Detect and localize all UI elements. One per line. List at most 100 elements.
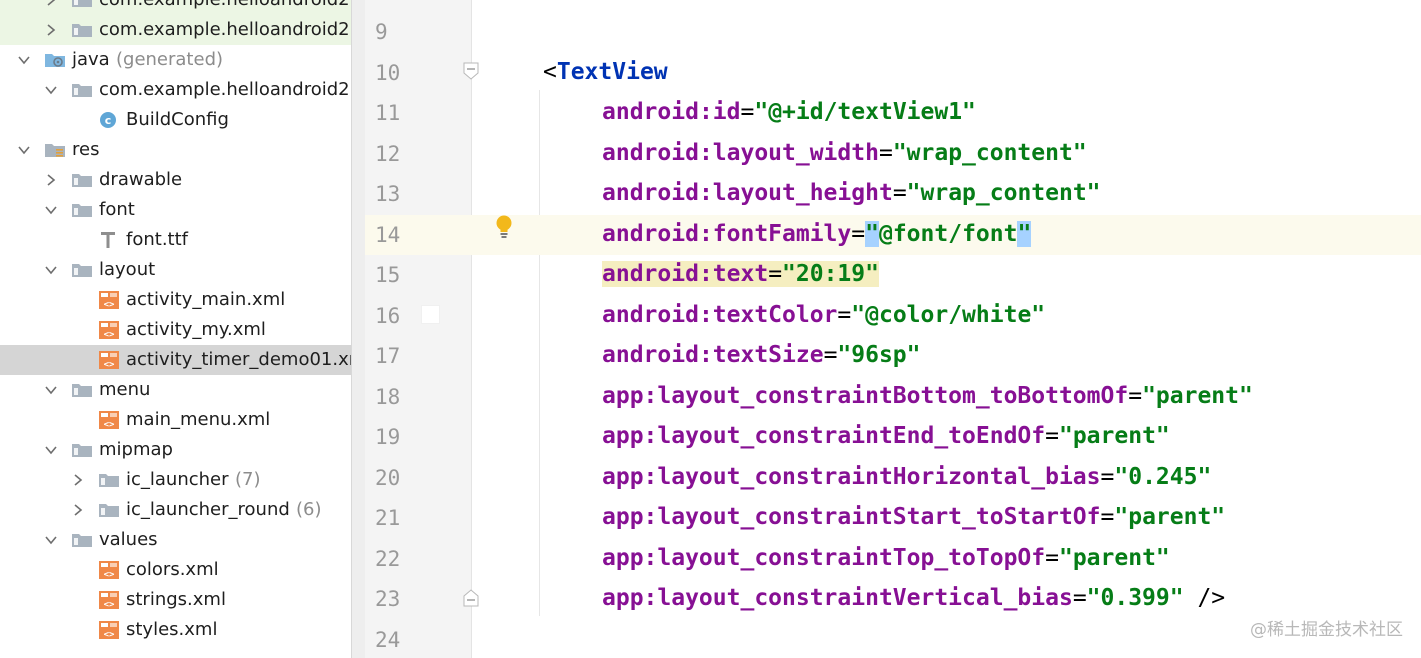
tree-item-suffix: (generated) <box>116 49 224 70</box>
chevron-right-icon[interactable] <box>44 170 58 190</box>
line-number: 19 <box>375 425 401 449</box>
tree-item-buildconfig[interactable]: c BuildConfig <box>0 105 364 135</box>
tree-item-values[interactable]: values <box>0 525 364 555</box>
chevron-down-icon[interactable] <box>44 530 58 550</box>
tree-item-java[interactable]: java (generated) <box>0 45 364 75</box>
chevron-down-icon[interactable] <box>17 50 31 70</box>
tree-item-activity-main-xml[interactable]: <> activity_main.xml <box>0 285 364 315</box>
code-token: android <box>602 220 699 247</box>
tree-item-label: res <box>72 139 100 160</box>
line-number: 9 <box>375 20 388 44</box>
chevron-down-icon[interactable] <box>44 200 58 220</box>
chevron-down-icon[interactable] <box>44 260 58 280</box>
chevron-down-icon[interactable] <box>17 140 31 160</box>
svg-text:<>: <> <box>104 360 115 369</box>
folder-icon <box>71 171 93 189</box>
intention-bulb-icon[interactable] <box>493 214 515 240</box>
chevron-down-icon[interactable] <box>44 80 58 100</box>
code-line[interactable]: <TextView <box>543 57 668 87</box>
code-line[interactable]: app:layout_constraintHorizontal_bias="0.… <box>602 462 1211 492</box>
watermark: @稀土掘金技术社区 <box>1250 620 1403 640</box>
tree-item-main-menu-xml[interactable]: <> main_menu.xml <box>0 405 364 435</box>
tree-item-ic-launcher[interactable]: ic_launcher (7) <box>0 465 364 495</box>
code-token: = <box>837 301 852 328</box>
chevron-right-icon[interactable] <box>71 500 85 520</box>
tree-item-suffix: (7) <box>235 469 261 490</box>
tree-item-label: BuildConfig <box>126 109 229 130</box>
code-token: android <box>602 342 699 368</box>
tree-item-com-example-helloandroid2[interactable]: com.example.helloandroid2(te <box>0 15 364 45</box>
tree-item-res[interactable]: res <box>0 135 364 165</box>
tree-item-label: colors.xml <box>126 559 219 580</box>
tree-item-strings-xml[interactable]: <> strings.xml <box>0 585 364 615</box>
code-token: :layout_constraintHorizontal_bias <box>643 463 1101 490</box>
fold-close-icon[interactable] <box>463 589 479 607</box>
svg-text:<>: <> <box>104 600 115 609</box>
folder-icon <box>71 441 93 459</box>
tree-item-label: activity_main.xml <box>126 289 286 310</box>
code-token: = <box>1100 504 1115 530</box>
code-line[interactable]: app:layout_constraintBottom_toBottomOf="… <box>602 381 1253 411</box>
indent-guide <box>539 90 540 616</box>
tree-item-activity-timer-demo01-xml[interactable]: <> activity_timer_demo01.xml <box>0 345 364 375</box>
code-line[interactable]: android:textSize="96sp" <box>602 340 921 370</box>
chevron-down-icon[interactable] <box>44 440 58 460</box>
code-line[interactable]: app:layout_constraintVertical_bias="0.39… <box>602 583 1225 613</box>
code-token: = <box>878 139 893 166</box>
tree-item-colors-xml[interactable]: <> colors.xml <box>0 555 364 585</box>
tree-item-drawable[interactable]: drawable <box>0 165 364 195</box>
folder-icon <box>98 471 120 489</box>
code-token: :textColor <box>698 301 838 328</box>
code-token: = <box>740 99 755 125</box>
code-token: app <box>602 463 644 490</box>
tree-item-label: menu <box>99 379 151 400</box>
code-line[interactable]: app:layout_constraintTop_toTopOf="parent… <box>602 543 1170 573</box>
fold-open-icon[interactable] <box>463 62 479 80</box>
code-line[interactable]: app:layout_constraintStart_toStartOf="pa… <box>602 502 1225 532</box>
tree-item-layout[interactable]: layout <box>0 255 364 285</box>
folder-icon <box>71 381 93 399</box>
svg-text:<>: <> <box>104 630 115 639</box>
tree-item-font[interactable]: font <box>0 195 364 225</box>
code-token: android <box>602 301 699 328</box>
tree-item-mipmap[interactable]: mipmap <box>0 435 364 465</box>
tree-item-activity-my-xml[interactable]: <> activity_my.xml <box>0 315 364 345</box>
code-line[interactable]: android:text="20:19" <box>602 259 879 289</box>
tree-item-label: mipmap <box>99 439 173 460</box>
code-token: = <box>892 180 907 206</box>
tree-item-styles-xml[interactable]: <> styles.xml <box>0 615 364 645</box>
svg-text:<>: <> <box>104 300 115 309</box>
code-line[interactable]: android:id="@+id/textView1" <box>602 97 976 127</box>
code-line[interactable]: android:layout_width="wrap_content" <box>602 138 1087 168</box>
chevron-right-icon[interactable] <box>44 0 58 10</box>
code-token: "wrap_content" <box>892 139 1087 166</box>
xml-icon: <> <box>98 561 120 580</box>
folder-icon <box>71 531 93 549</box>
code-line[interactable]: android:textColor="@color/white" <box>602 300 1045 330</box>
line-number: 15 <box>375 263 401 287</box>
chevron-right-icon[interactable] <box>44 20 58 40</box>
code-line[interactable]: app:layout_constraintEnd_toEndOf="parent… <box>602 421 1170 451</box>
code-token: " <box>865 220 879 247</box>
package-icon <box>71 81 93 99</box>
tree-item-menu[interactable]: menu <box>0 375 364 405</box>
code-token: :layout_height <box>698 180 893 206</box>
tree-item-com-example-helloandroid2[interactable]: com.example.helloandroid2(ar <box>0 0 364 15</box>
code-token: "wrap_content" <box>906 180 1101 206</box>
code-line[interactable]: android:layout_height="wrap_content" <box>602 178 1101 208</box>
chevron-down-icon[interactable] <box>44 380 58 400</box>
folder-icon <box>98 501 120 519</box>
code-line[interactable]: android:fontFamily="@font/font" <box>602 219 1032 249</box>
tree-item-font-ttf[interactable]: font.ttf <box>0 225 364 255</box>
package-icon <box>71 21 93 39</box>
chevron-right-icon[interactable] <box>71 470 85 490</box>
code-token: :layout_constraintEnd_toEndOf <box>643 423 1046 449</box>
line-number: 12 <box>375 141 401 166</box>
bookmark-marker[interactable] <box>421 305 440 324</box>
code-token: = <box>1045 544 1059 571</box>
tree-item-ic-launcher-round[interactable]: ic_launcher_round (6) <box>0 495 364 525</box>
tree-item-com-example-helloandroid2[interactable]: com.example.helloandroid2 <box>0 75 364 105</box>
tree-item-label: java <box>72 49 110 70</box>
line-number: 23 <box>375 587 401 611</box>
panel-splitter[interactable] <box>351 0 365 658</box>
